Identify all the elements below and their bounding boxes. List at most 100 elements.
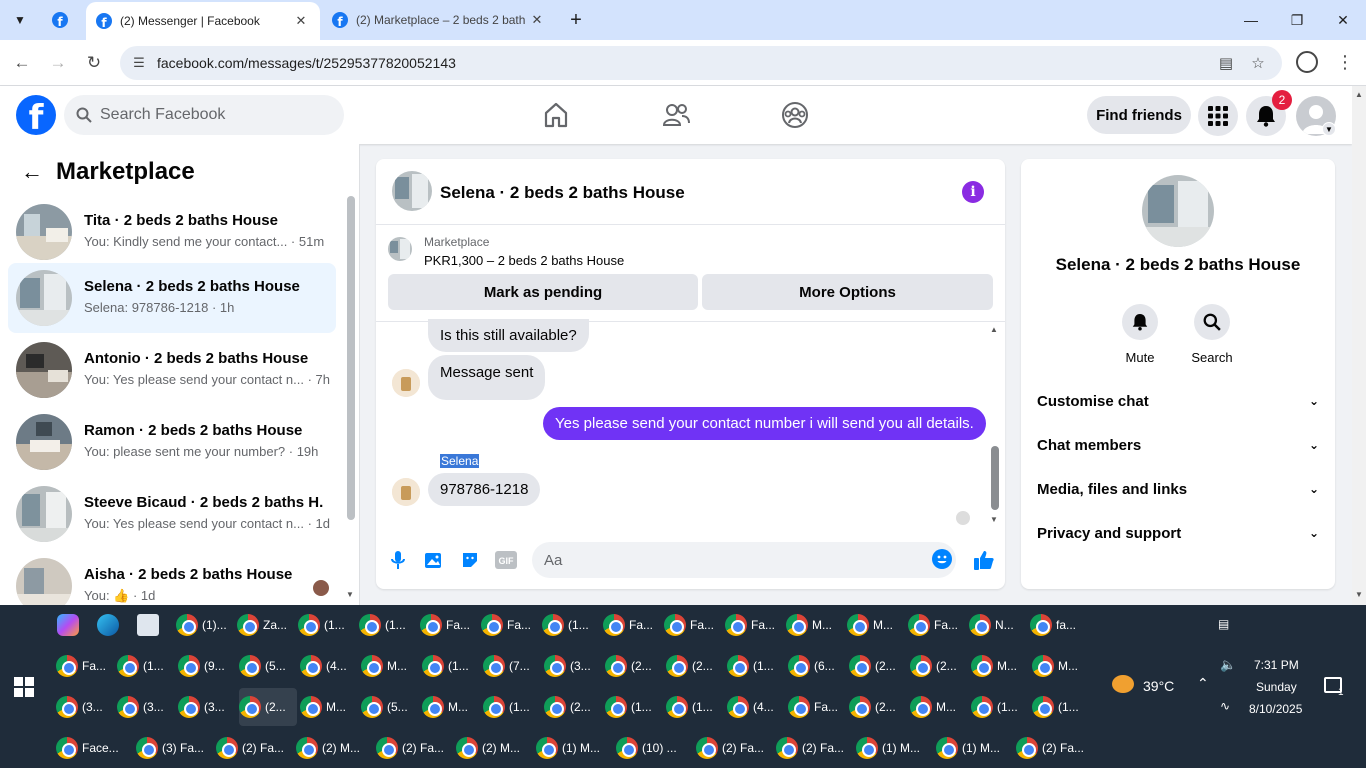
bookmark-star-icon[interactable]: ☆ (1248, 53, 1268, 73)
message-composer[interactable] (532, 542, 956, 578)
taskbar-chrome-window[interactable]: Fa... (908, 606, 966, 644)
minimize-icon[interactable]: — (1228, 0, 1274, 40)
reload-icon[interactable]: ↻ (80, 49, 108, 77)
clock-date[interactable]: 8/10/2025 (1249, 702, 1302, 716)
pinned-tab-facebook[interactable]: f (46, 6, 74, 34)
taskbar-chrome-window[interactable]: (5... (239, 647, 297, 685)
app-icon[interactable] (137, 606, 163, 644)
tab-search-chevron-icon[interactable]: ▼ (8, 8, 32, 32)
taskbar-chrome-window[interactable]: Fa... (664, 606, 722, 644)
taskbar-chrome-window[interactable]: M... (910, 688, 968, 726)
taskbar-chrome-window[interactable]: (2) M... (296, 729, 374, 767)
taskbar-chrome-window[interactable]: (3) Fa... (136, 729, 214, 767)
taskbar-chrome-window[interactable]: fa... (1030, 606, 1088, 644)
taskbar-chrome-window[interactable]: M... (422, 688, 480, 726)
facebook-logo-icon[interactable]: f (16, 95, 56, 135)
menu-grid-button[interactable] (1198, 96, 1238, 136)
microphone-icon[interactable] (386, 548, 410, 572)
profile-icon[interactable] (1296, 51, 1318, 73)
windows-start-icon[interactable] (14, 677, 34, 697)
window-close-icon[interactable]: ✕ (1320, 0, 1366, 40)
copilot-icon[interactable] (57, 606, 83, 644)
taskbar-chrome-window[interactable]: (10) ... (616, 729, 694, 767)
taskbar-chrome-window[interactable]: M... (300, 688, 358, 726)
taskbar-chrome-window[interactable]: (1)... (176, 606, 234, 644)
taskbar-chrome-window[interactable]: (4... (300, 647, 358, 685)
conversation-item[interactable]: Aisha · 2 beds 2 baths House You: 👍 · 1d (8, 551, 336, 605)
taskbar-chrome-window[interactable]: (1... (422, 647, 480, 685)
groups-icon[interactable] (780, 100, 810, 130)
taskbar-chrome-window[interactable]: (1... (117, 647, 175, 685)
taskbar-chrome-window[interactable]: (2... (605, 647, 663, 685)
taskbar-chrome-window[interactable]: (2... (239, 688, 297, 726)
chat-thumbnail[interactable] (392, 171, 432, 211)
chat-scrollbar[interactable] (991, 446, 999, 510)
taskbar-chrome-window[interactable]: (2) M... (456, 729, 534, 767)
clock-day[interactable]: Sunday (1256, 680, 1297, 694)
privacy-support-row[interactable]: Privacy and support ⌄ (1037, 517, 1319, 549)
taskbar-chrome-window[interactable]: (2... (544, 688, 602, 726)
search-button[interactable]: Search (1182, 304, 1242, 365)
gif-icon[interactable]: GIF (494, 548, 518, 572)
taskbar-chrome-window[interactable]: (1... (971, 688, 1029, 726)
taskbar-chrome-window[interactable]: (2) Fa... (696, 729, 774, 767)
chrome-menu-icon[interactable]: ⋮ (1336, 50, 1354, 74)
sticker-icon[interactable] (458, 548, 482, 572)
info-icon[interactable]: i (962, 181, 984, 203)
scroll-down-arrow-icon[interactable]: ▼ (990, 515, 998, 524)
taskbar-chrome-window[interactable]: (2... (910, 647, 968, 685)
tab-marketplace[interactable]: f (2) Marketplace – 2 beds 2 bath ✕ (322, 0, 556, 40)
taskbar-chrome-window[interactable]: Fa... (420, 606, 478, 644)
edge-icon[interactable] (97, 606, 123, 644)
restore-icon[interactable]: ❐ (1274, 0, 1320, 40)
taskbar-chrome-window[interactable]: (2) Fa... (376, 729, 454, 767)
taskbar-chrome-window[interactable]: M... (361, 647, 419, 685)
taskbar-chrome-window[interactable]: Fa... (56, 647, 114, 685)
taskbar-chrome-window[interactable]: M... (1032, 647, 1090, 685)
scroll-down-arrow-icon[interactable]: ▼ (346, 590, 354, 599)
taskbar-chrome-window[interactable]: (1... (605, 688, 663, 726)
more-options-button[interactable]: More Options (702, 274, 993, 310)
taskbar-chrome-window[interactable]: (6... (788, 647, 846, 685)
photo-icon[interactable] (422, 548, 446, 572)
conversation-item[interactable]: Selena · 2 beds 2 baths House Selena: 97… (8, 263, 336, 333)
taskbar-chrome-window[interactable]: M... (786, 606, 844, 644)
account-chevron-icon[interactable]: ▼ (1322, 122, 1336, 136)
scroll-up-arrow-icon[interactable]: ▲ (1355, 90, 1363, 99)
back-icon[interactable]: ← (8, 49, 36, 77)
conversation-item[interactable]: Steeve Bicaud · 2 beds 2 baths H... You:… (8, 479, 336, 549)
taskbar-chrome-window[interactable]: M... (971, 647, 1029, 685)
address-bar[interactable]: ☰ facebook.com/messages/t/25295377820052… (120, 46, 1282, 80)
chat-title[interactable]: Selena · 2 beds 2 baths House (440, 183, 685, 203)
taskbar-chrome-window[interactable]: Fa... (603, 606, 661, 644)
taskbar-chrome-window[interactable]: (2... (666, 647, 724, 685)
taskbar-chrome-window[interactable]: (2) Fa... (1016, 729, 1094, 767)
taskbar-chrome-window[interactable]: Za... (237, 606, 295, 644)
taskbar-chrome-window[interactable]: (3... (544, 647, 602, 685)
taskbar-chrome-window[interactable]: (7... (483, 647, 541, 685)
find-friends-button[interactable]: Find friends (1087, 96, 1191, 134)
taskbar-chrome-window[interactable]: (1) M... (936, 729, 1014, 767)
weather-icon[interactable] (1112, 675, 1134, 693)
mark-as-pending-button[interactable]: Mark as pending (388, 274, 698, 310)
taskbar-chrome-window[interactable]: Fa... (725, 606, 783, 644)
taskbar-chrome-window[interactable]: (1... (359, 606, 417, 644)
taskbar-chrome-window[interactable]: (1... (298, 606, 356, 644)
media-files-links-row[interactable]: Media, files and links ⌄ (1037, 473, 1319, 505)
listing-price[interactable]: PKR1,300 – 2 beds 2 baths House (424, 253, 624, 268)
taskbar-chrome-window[interactable]: (1... (727, 647, 785, 685)
friends-icon[interactable] (661, 100, 691, 130)
taskbar-chrome-window[interactable]: (2) Fa... (776, 729, 854, 767)
conversation-item[interactable]: Ramon · 2 beds 2 baths House You: please… (8, 407, 336, 477)
wifi-icon[interactable]: ∿ (1220, 699, 1230, 713)
speaker-icon[interactable]: 🔈 (1220, 657, 1236, 673)
customise-chat-row[interactable]: Customise chat ⌄ (1037, 385, 1319, 417)
chevron-up-icon[interactable]: ⌃ (1197, 675, 1209, 692)
forward-icon[interactable]: → (44, 49, 72, 77)
tab-close-icon[interactable]: ✕ (528, 12, 546, 28)
search-input[interactable] (100, 95, 330, 135)
taskbar-chrome-window[interactable]: N... (969, 606, 1027, 644)
taskbar-chrome-window[interactable]: Face... (56, 729, 134, 767)
taskbar-chrome-window[interactable]: (2) Fa... (216, 729, 294, 767)
taskbar-chrome-window[interactable]: (1... (1032, 688, 1090, 726)
